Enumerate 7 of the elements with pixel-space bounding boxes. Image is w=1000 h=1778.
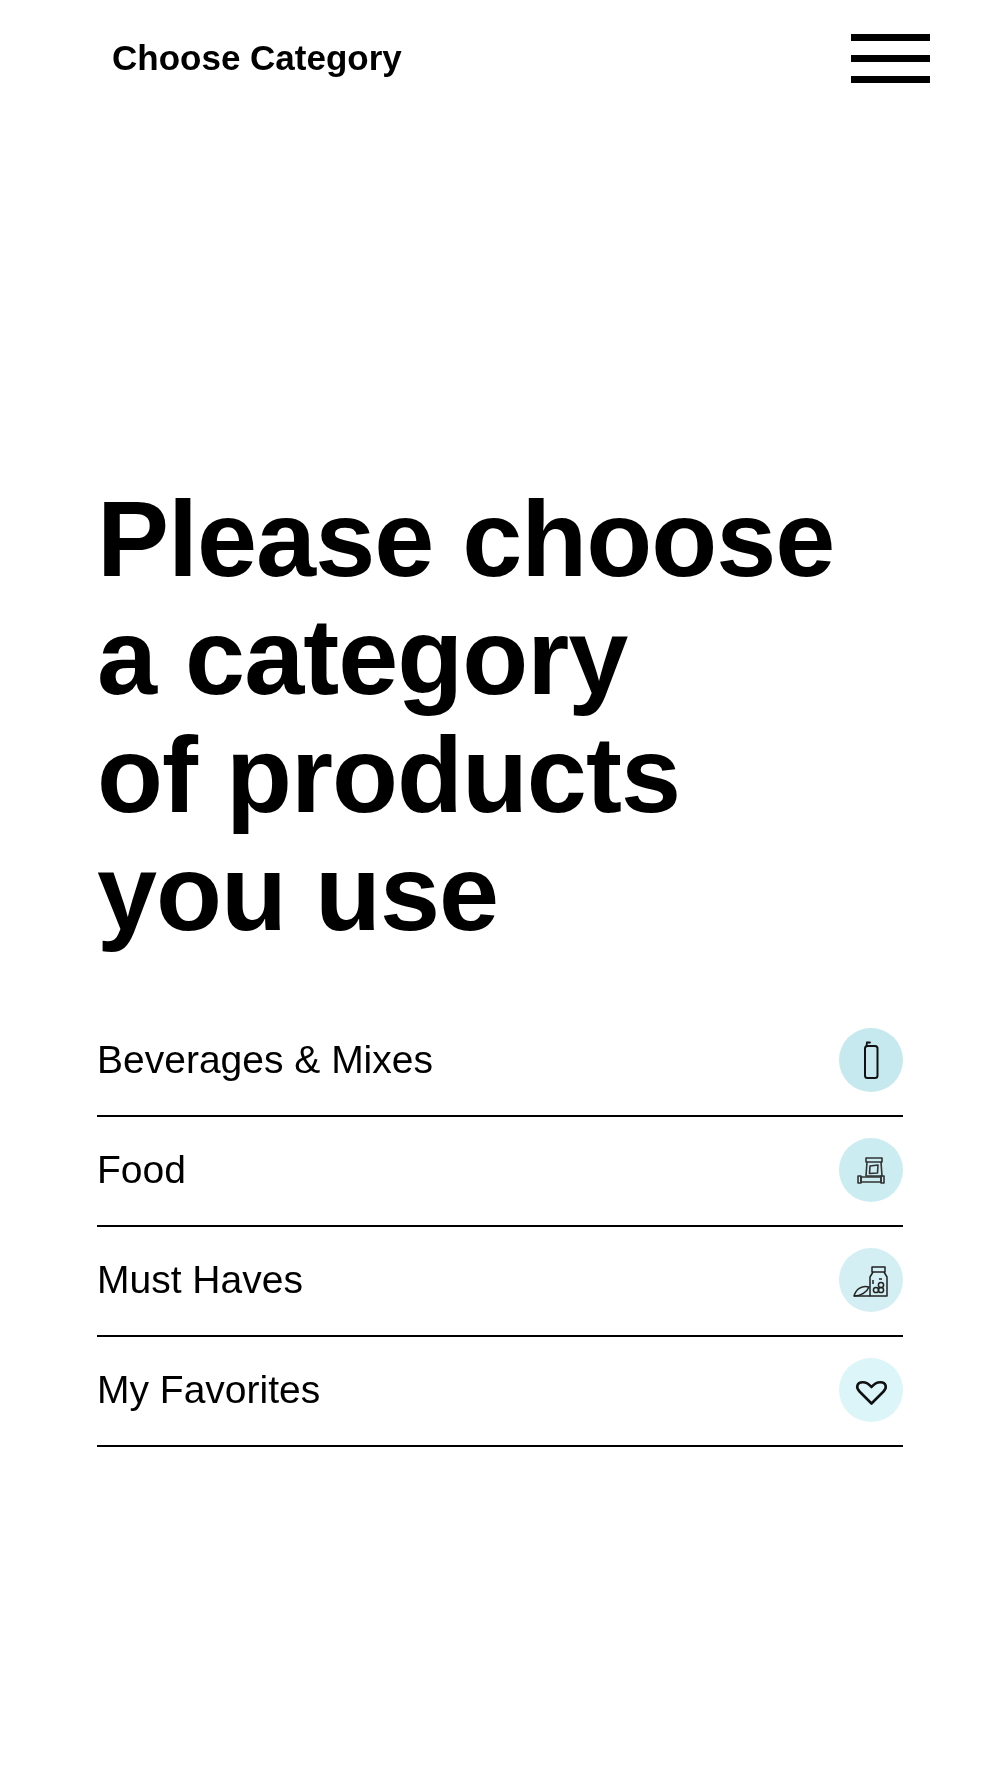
menu-icon[interactable] [851,33,930,83]
page-heading: Please choose a category of products you use [97,480,836,952]
category-item[interactable]: Must Haves [97,1227,903,1337]
category-item[interactable]: Food [97,1117,903,1227]
category-item[interactable]: Beverages & Mixes [97,1007,903,1117]
screen-title: Choose Category [112,37,402,79]
category-item[interactable]: My Favorites [97,1337,903,1447]
